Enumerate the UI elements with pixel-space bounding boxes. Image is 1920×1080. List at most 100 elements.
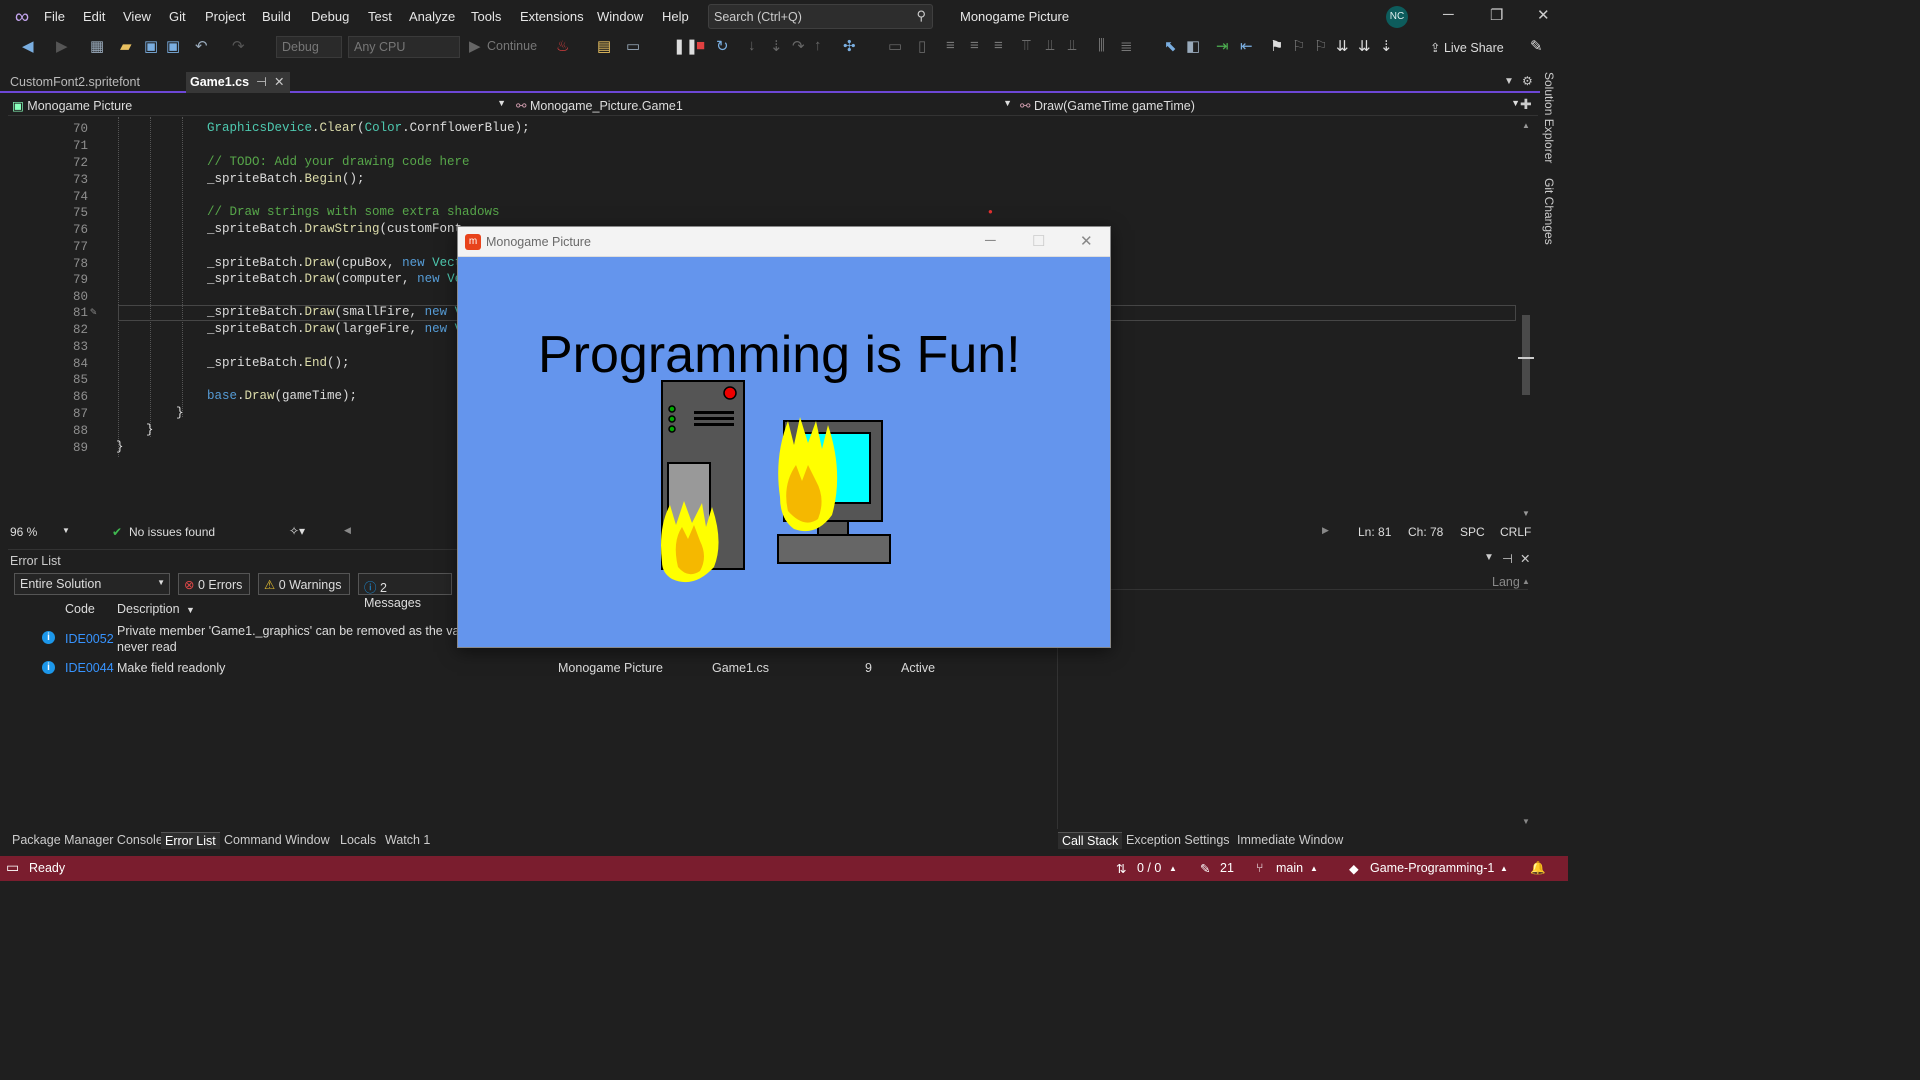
sort-icon[interactable]: ▼: [186, 605, 195, 615]
restore-icon[interactable]: ❐: [1490, 6, 1503, 24]
align-top-icon[interactable]: ⫪: [1022, 37, 1030, 54]
scroll-up-icon[interactable]: ▲: [1522, 121, 1530, 130]
pin-icon[interactable]: ⊣: [256, 74, 267, 89]
outdent-icon[interactable]: ⇤: [1240, 37, 1253, 55]
indent-icon[interactable]: ⇥: [1216, 37, 1229, 55]
browse-icon[interactable]: ▤: [597, 37, 611, 55]
messages-filter[interactable]: ⓘ 2 Messages: [358, 573, 452, 610]
line-ending-indicator[interactable]: CRLF: [1500, 525, 1531, 539]
avatar[interactable]: NC: [1386, 6, 1408, 28]
tab-watch-1[interactable]: Watch 1: [381, 832, 434, 848]
menu-extensions[interactable]: Extensions: [520, 9, 584, 24]
menu-file[interactable]: File: [44, 9, 65, 24]
feedback-icon[interactable]: ✎: [1530, 37, 1543, 55]
overflow-icon[interactable]: ⇣: [1380, 37, 1393, 55]
git-repository[interactable]: Game-Programming-1: [1370, 861, 1494, 875]
configuration-select[interactable]: Debug: [276, 36, 342, 58]
close-icon[interactable]: ✕: [1537, 6, 1550, 24]
scroll-thumb[interactable]: [1522, 315, 1530, 395]
tab-customfont2[interactable]: CustomFont2.spritefont: [0, 72, 183, 93]
error-code-link[interactable]: IDE0052: [65, 632, 114, 646]
open-folder-icon[interactable]: ▰: [120, 37, 132, 55]
scroll-down-icon[interactable]: ▼: [1522, 817, 1530, 826]
close-panel-icon[interactable]: ✕: [1520, 551, 1530, 566]
monogame-window[interactable]: m Monogame Picture ─ ☐ ✕ Programming is …: [457, 226, 1111, 648]
notifications-icon[interactable]: 🔔: [1530, 861, 1546, 876]
spacing-icon[interactable]: ⫼: [1098, 37, 1105, 54]
settings-icon[interactable]: ⚙: [1522, 74, 1533, 88]
scroll-up-icon[interactable]: ▲: [1522, 577, 1530, 586]
tab-package-manager-console[interactable]: Package Manager Console: [8, 832, 167, 848]
step-back-icon[interactable]: ↷: [792, 37, 805, 55]
restart-icon[interactable]: ↻: [716, 37, 729, 55]
menu-window[interactable]: Window: [597, 9, 643, 24]
solution-explorer-tab[interactable]: Solution Explorer: [1542, 72, 1556, 163]
close-tab-icon[interactable]: ✕: [274, 74, 284, 89]
layout-icon[interactable]: ▭: [626, 37, 640, 55]
split-icon[interactable]: ✚: [1520, 96, 1532, 113]
menu-git[interactable]: Git: [169, 9, 186, 24]
step-over-icon[interactable]: ⇣: [770, 37, 783, 55]
align-center-icon[interactable]: ≡: [970, 37, 979, 54]
select-icon[interactable]: ⬉: [1164, 37, 1177, 55]
tab-locals[interactable]: Locals: [336, 832, 380, 848]
class-dropdown[interactable]: ⚯ Monogame_Picture.Game1 ▼: [512, 95, 1016, 115]
continue-button[interactable]: Continue: [487, 39, 537, 53]
tab-call-stack[interactable]: Call Stack: [1058, 832, 1123, 849]
align-middle-icon[interactable]: ⫫: [1046, 37, 1054, 54]
quick-action-icon[interactable]: ✎: [90, 305, 97, 319]
menu-edit[interactable]: Edit: [83, 9, 105, 24]
scope-select[interactable]: Entire Solution ▼: [14, 573, 170, 595]
menu-project[interactable]: Project: [205, 9, 245, 24]
line-indicator[interactable]: Ln: 81: [1358, 525, 1391, 539]
spacing-v-icon[interactable]: ≣: [1120, 37, 1133, 55]
file-icon[interactable]: ▯: [918, 37, 926, 55]
visual-studio-logo-icon[interactable]: ∞: [10, 6, 34, 28]
game-canvas[interactable]: Programming is Fun!: [458, 257, 1110, 647]
save-all-icon[interactable]: ▣: [166, 37, 180, 55]
save-icon[interactable]: ▣: [144, 37, 158, 55]
live-share-button[interactable]: ⇪ Live Share: [1430, 40, 1504, 55]
cleanup-icon[interactable]: ✧▾: [289, 524, 305, 538]
diagnostics-icon[interactable]: ✣: [843, 37, 856, 55]
maximize-icon[interactable]: ☐: [1032, 232, 1045, 250]
pin-icon[interactable]: ⊣: [1502, 551, 1513, 566]
comment-icon[interactable]: ⇊: [1336, 37, 1349, 55]
search-box[interactable]: Search (Ctrl+Q) ⚲: [708, 4, 933, 29]
uncomment-icon[interactable]: ⇊: [1358, 37, 1371, 55]
menu-debug[interactable]: Debug: [311, 9, 349, 24]
forward-icon[interactable]: ▶: [56, 37, 68, 55]
step-out-icon[interactable]: ↑: [814, 37, 822, 54]
menu-tools[interactable]: Tools: [471, 9, 501, 24]
pause-icon[interactable]: ❚❚: [673, 37, 698, 55]
bookmark-next-icon[interactable]: ⚐: [1314, 37, 1327, 55]
zoom-select[interactable]: 96 %: [10, 525, 37, 539]
tab-error-list[interactable]: Error List: [161, 832, 220, 849]
hot-reload-icon[interactable]: ♨: [556, 37, 569, 55]
new-project-icon[interactable]: ▦: [90, 37, 104, 55]
tab-immediate-window[interactable]: Immediate Window: [1233, 832, 1347, 848]
scroll-down-icon[interactable]: ▼: [1522, 509, 1530, 518]
step-into-icon[interactable]: ↓: [748, 37, 756, 54]
project-dropdown[interactable]: ▣ Monogame Picture ▼: [8, 95, 510, 115]
tab-exception-settings[interactable]: Exception Settings: [1122, 832, 1234, 848]
whitespace-indicator[interactable]: SPC: [1460, 525, 1485, 539]
bookmark-icon[interactable]: ⚑: [1270, 37, 1283, 55]
back-icon[interactable]: ◀: [22, 37, 34, 55]
error-code-link[interactable]: IDE0044: [65, 661, 114, 675]
stop-icon[interactable]: ■: [696, 37, 705, 54]
menu-analyze[interactable]: Analyze: [409, 9, 455, 24]
bookmark-prev-icon[interactable]: ⚐: [1292, 37, 1305, 55]
panel-icon[interactable]: ◧: [1186, 37, 1200, 55]
monogame-title-bar[interactable]: m Monogame Picture ─ ☐ ✕: [458, 227, 1110, 257]
member-dropdown[interactable]: ⚯ Draw(GameTime gameTime) ▼: [1016, 95, 1524, 115]
menu-build[interactable]: Build: [262, 9, 291, 24]
git-sync-status[interactable]: 0 / 0: [1137, 861, 1161, 875]
scroll-right-icon[interactable]: ▶: [1322, 525, 1329, 536]
undo-icon[interactable]: ↶: [195, 37, 208, 55]
git-branch[interactable]: main: [1276, 861, 1303, 875]
panel-menu-icon[interactable]: ▼: [1484, 552, 1494, 563]
continue-icon[interactable]: ▶: [469, 37, 481, 55]
menu-test[interactable]: Test: [368, 9, 392, 24]
menu-view[interactable]: View: [123, 9, 151, 24]
